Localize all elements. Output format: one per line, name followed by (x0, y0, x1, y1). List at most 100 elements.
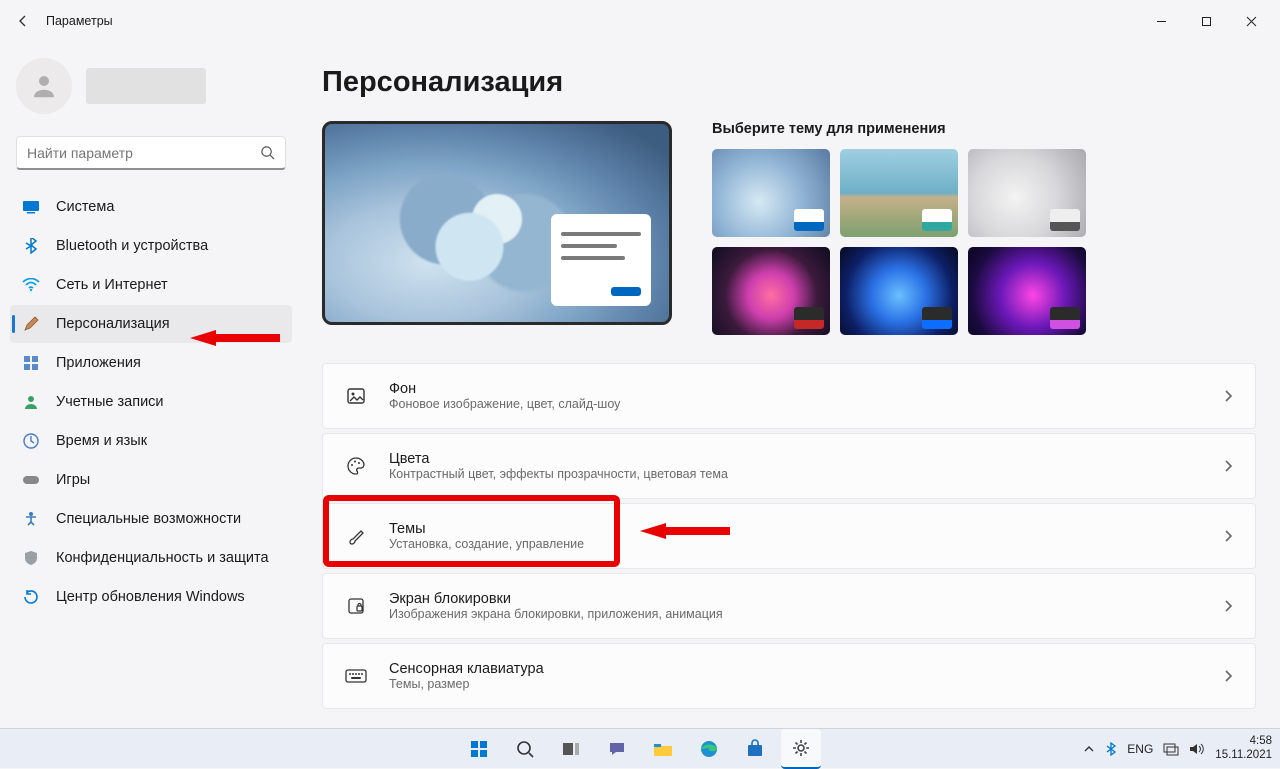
chevron-right-icon (1223, 599, 1233, 613)
taskbar-taskview[interactable] (551, 729, 591, 769)
clock-globe-icon (22, 432, 40, 450)
taskbar-edge[interactable] (689, 729, 729, 769)
tray-volume-icon[interactable] (1189, 742, 1205, 756)
page-title: Персонализация (322, 66, 1256, 99)
choose-theme-label: Выберите тему для применения (712, 121, 1256, 137)
card-title: Сенсорная клавиатура (389, 661, 1201, 677)
nav-time[interactable]: Время и язык (10, 422, 292, 460)
paintbrush-icon (22, 315, 40, 333)
palette-icon (345, 456, 367, 476)
theme-dark-flower[interactable] (712, 247, 830, 335)
wifi-icon (22, 276, 40, 294)
card-lockscreen[interactable]: Экран блокировкиИзображения экрана блоки… (322, 573, 1256, 639)
tray-bluetooth-icon[interactable] (1105, 742, 1117, 756)
taskbar-search[interactable] (505, 729, 545, 769)
accessibility-icon (22, 510, 40, 528)
search-input[interactable] (16, 136, 286, 170)
nav-system[interactable]: Система (10, 188, 292, 226)
taskbar-settings[interactable] (781, 729, 821, 769)
nav-label: Центр обновления Windows (56, 589, 245, 605)
nav-personalization[interactable]: Персонализация (10, 305, 292, 343)
sidebar: Система Bluetooth и устройства Сеть и Ин… (0, 42, 302, 728)
card-themes[interactable]: ТемыУстановка, создание, управление (322, 503, 1256, 569)
titlebar: Параметры (0, 0, 1280, 42)
card-sub: Контрастный цвет, эффекты прозрачности, … (389, 467, 1201, 481)
nav-label: Система (56, 199, 114, 215)
person-icon (22, 393, 40, 411)
back-button[interactable] (6, 13, 40, 29)
picture-icon (345, 386, 367, 406)
chevron-right-icon (1223, 669, 1233, 683)
close-button[interactable] (1229, 5, 1274, 37)
desktop-preview[interactable] (322, 121, 672, 325)
card-sub: Темы, размер (389, 677, 1201, 691)
sample-window (551, 214, 651, 306)
nav-apps[interactable]: Приложения (10, 344, 292, 382)
card-sub: Изображения экрана блокировки, приложени… (389, 607, 1201, 621)
theme-light-blue[interactable] (712, 149, 830, 237)
tray-network-icon[interactable] (1163, 742, 1179, 756)
card-title: Темы (389, 521, 1201, 537)
search-field[interactable] (27, 145, 260, 161)
nav-label: Время и язык (56, 433, 147, 449)
nav-label: Учетные записи (56, 394, 164, 410)
theme-gray[interactable] (968, 149, 1086, 237)
taskbar-store[interactable] (735, 729, 775, 769)
nav-gaming[interactable]: Игры (10, 461, 292, 499)
taskbar-explorer[interactable] (643, 729, 683, 769)
tray-clock[interactable]: 4:58 15.11.2021 (1215, 735, 1272, 761)
bluetooth-icon (22, 237, 40, 255)
card-touch-keyboard[interactable]: Сенсорная клавиатураТемы, размер (322, 643, 1256, 709)
tray-language[interactable]: ENG (1127, 742, 1153, 756)
tray-time: 4:58 (1215, 735, 1272, 748)
card-background[interactable]: ФонФоновое изображение, цвет, слайд-шоу (322, 363, 1256, 429)
system-tray[interactable]: ENG 4:58 15.11.2021 (1083, 735, 1272, 761)
nav-network[interactable]: Сеть и Интернет (10, 266, 292, 304)
tray-chevron-icon[interactable] (1083, 743, 1095, 755)
chevron-right-icon (1223, 459, 1233, 473)
keyboard-icon (345, 668, 367, 684)
nav-label: Персонализация (56, 316, 170, 332)
start-button[interactable] (459, 729, 499, 769)
avatar (16, 58, 72, 114)
chevron-right-icon (1223, 529, 1233, 543)
user-profile[interactable] (10, 50, 292, 136)
main: Персонализация Выберите тему для примене… (302, 42, 1280, 728)
chevron-right-icon (1223, 389, 1233, 403)
card-sub: Фоновое изображение, цвет, слайд-шоу (389, 397, 1201, 411)
taskbar-chat[interactable] (597, 729, 637, 769)
card-title: Фон (389, 381, 1201, 397)
update-icon (22, 588, 40, 606)
card-title: Цвета (389, 451, 1201, 467)
theme-landscape[interactable] (840, 149, 958, 237)
nav-label: Сеть и Интернет (56, 277, 168, 293)
taskbar: ENG 4:58 15.11.2021 (0, 728, 1280, 768)
card-colors[interactable]: ЦветаКонтрастный цвет, эффекты прозрачно… (322, 433, 1256, 499)
nav-accounts[interactable]: Учетные записи (10, 383, 292, 421)
nav-label: Игры (56, 472, 90, 488)
theme-dark-blue[interactable] (840, 247, 958, 335)
nav-label: Bluetooth и устройства (56, 238, 208, 254)
grid-icon (22, 354, 40, 372)
minimize-button[interactable] (1139, 5, 1184, 37)
window-title: Параметры (46, 14, 113, 28)
maximize-button[interactable] (1184, 5, 1229, 37)
nav-update[interactable]: Центр обновления Windows (10, 578, 292, 616)
theme-purple[interactable] (968, 247, 1086, 335)
nav-bluetooth[interactable]: Bluetooth и устройства (10, 227, 292, 265)
nav-list: Система Bluetooth и устройства Сеть и Ин… (10, 188, 292, 616)
brush-icon (345, 526, 367, 546)
nav-label: Приложения (56, 355, 141, 371)
nav-accessibility[interactable]: Специальные возможности (10, 500, 292, 538)
card-sub: Установка, создание, управление (389, 537, 1201, 551)
lockscreen-icon (345, 596, 367, 616)
nav-label: Конфиденциальность и защита (56, 550, 269, 566)
nav-label: Специальные возможности (56, 511, 241, 527)
shield-icon (22, 549, 40, 567)
theme-grid (712, 149, 1256, 335)
search-icon (260, 145, 275, 160)
card-title: Экран блокировки (389, 591, 1201, 607)
gamepad-icon (22, 471, 40, 489)
nav-privacy[interactable]: Конфиденциальность и защита (10, 539, 292, 577)
tray-date: 15.11.2021 (1215, 749, 1272, 762)
